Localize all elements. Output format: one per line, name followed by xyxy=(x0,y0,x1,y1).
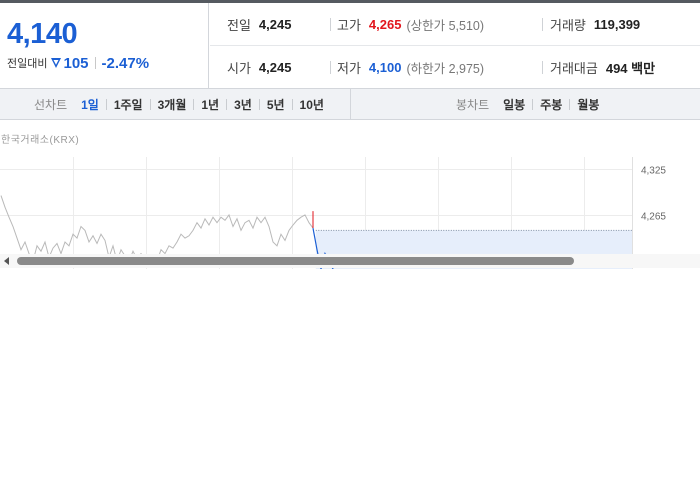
y-tick-label: 4,325 xyxy=(641,166,666,177)
y-tick-label: 4,265 xyxy=(641,212,666,223)
cell-divider xyxy=(330,61,331,74)
tab-line-0[interactable]: 1일 xyxy=(81,96,99,113)
tab-line-1[interactable]: 1주일 xyxy=(114,96,143,113)
low-price-label: 저가 xyxy=(337,61,361,76)
stats-row-1: 전일 4,245 고가 4,265 (상한가 5,510) 거래량 119,39… xyxy=(210,3,700,46)
change-label: 전일대비 xyxy=(7,58,48,70)
price-chart-svg: 4,3254,2654,204 xyxy=(0,157,666,269)
low-price-value: 4,100 xyxy=(368,60,402,75)
down-triangle-icon xyxy=(51,58,62,68)
cell-divider xyxy=(542,61,543,74)
cell-divider xyxy=(330,18,331,31)
change-value: 105 xyxy=(63,54,89,72)
prev-close-label: 전일 xyxy=(227,18,251,33)
tab-divider xyxy=(532,98,534,110)
change-row: 전일대비 105 -2.47% xyxy=(7,54,149,72)
lower-limit: (하한가 2,975) xyxy=(406,62,485,76)
tab-divider xyxy=(226,98,228,110)
high-price-label: 고가 xyxy=(337,18,361,33)
tab-line-5[interactable]: 5년 xyxy=(267,96,285,113)
tab-divider xyxy=(569,98,571,110)
tab-line-6[interactable]: 10년 xyxy=(300,96,324,113)
candle-chart-label: 봉차트 xyxy=(456,97,490,112)
price-summary: 4,140 전일대비 105 -2.47% 전일 4,245 고가 4,265 … xyxy=(0,3,700,89)
volume: 거래량 119,399 xyxy=(550,3,640,46)
open-price: 시가 4,245 xyxy=(227,46,291,89)
tab-divider xyxy=(149,98,151,110)
tab-divider xyxy=(193,98,195,110)
tab-divider xyxy=(291,98,293,110)
line-chart-label: 선차트 xyxy=(34,97,68,112)
volume-value: 119,399 xyxy=(593,17,641,32)
low-price: 저가 4,100 (하한가 2,975) xyxy=(337,46,484,89)
line-chart-tabs: 선차트 1일 1주일 3개월 1년 3년 5년 10년 xyxy=(34,89,324,119)
high-price-value: 4,265 xyxy=(368,17,402,32)
tab-candle-2[interactable]: 월봉 xyxy=(577,96,599,113)
trade-amount-value: 494 백만 xyxy=(605,61,656,76)
tab-divider xyxy=(105,98,107,110)
tab-line-4[interactable]: 3년 xyxy=(234,96,252,113)
prev-close: 전일 4,245 xyxy=(227,3,291,46)
open-price-value: 4,245 xyxy=(258,60,292,75)
open-price-label: 시가 xyxy=(227,61,251,76)
scroll-thumb[interactable] xyxy=(17,257,574,265)
tab-line-2[interactable]: 3개월 xyxy=(158,96,187,113)
trade-amount: 거래대금 494 백만 xyxy=(550,46,655,89)
volume-label: 거래량 xyxy=(550,18,586,33)
change-percent: -2.47% xyxy=(101,54,150,72)
change-divider xyxy=(94,57,96,69)
tab-candle-0[interactable]: 일봉 xyxy=(503,96,525,113)
price-chart: 4,3254,2654,204 한국거래소(KRX) xyxy=(0,121,700,269)
upper-limit: (상한가 5,510) xyxy=(406,19,485,33)
tab-candle-1[interactable]: 주봉 xyxy=(540,96,562,113)
candle-chart-tabs: 봉차트 일봉 주봉 월봉 xyxy=(456,89,599,119)
chart-scrollbar[interactable] xyxy=(0,254,700,268)
data-source: 한국거래소(KRX) xyxy=(1,135,80,146)
trade-amount-label: 거래대금 xyxy=(550,61,598,76)
current-price-box: 4,140 전일대비 105 -2.47% xyxy=(0,3,209,89)
stats-table: 전일 4,245 고가 4,265 (상한가 5,510) 거래량 119,39… xyxy=(210,3,700,89)
current-price: 4,140 xyxy=(7,18,78,50)
prev-close-value: 4,245 xyxy=(258,17,292,32)
chart-tab-bar: 선차트 1일 1주일 3개월 1년 3년 5년 10년 봉차트 일봉 주봉 월봉 xyxy=(0,89,700,120)
stats-row-2: 시가 4,245 저가 4,100 (하한가 2,975) 거래대금 494 백… xyxy=(210,46,700,89)
tab-divider xyxy=(258,98,260,110)
arrow-left-icon[interactable] xyxy=(4,257,9,265)
tab-group-divider xyxy=(350,89,351,119)
tab-line-3[interactable]: 1년 xyxy=(201,96,219,113)
high-price: 고가 4,265 (상한가 5,510) xyxy=(337,3,484,46)
cell-divider xyxy=(542,18,543,31)
